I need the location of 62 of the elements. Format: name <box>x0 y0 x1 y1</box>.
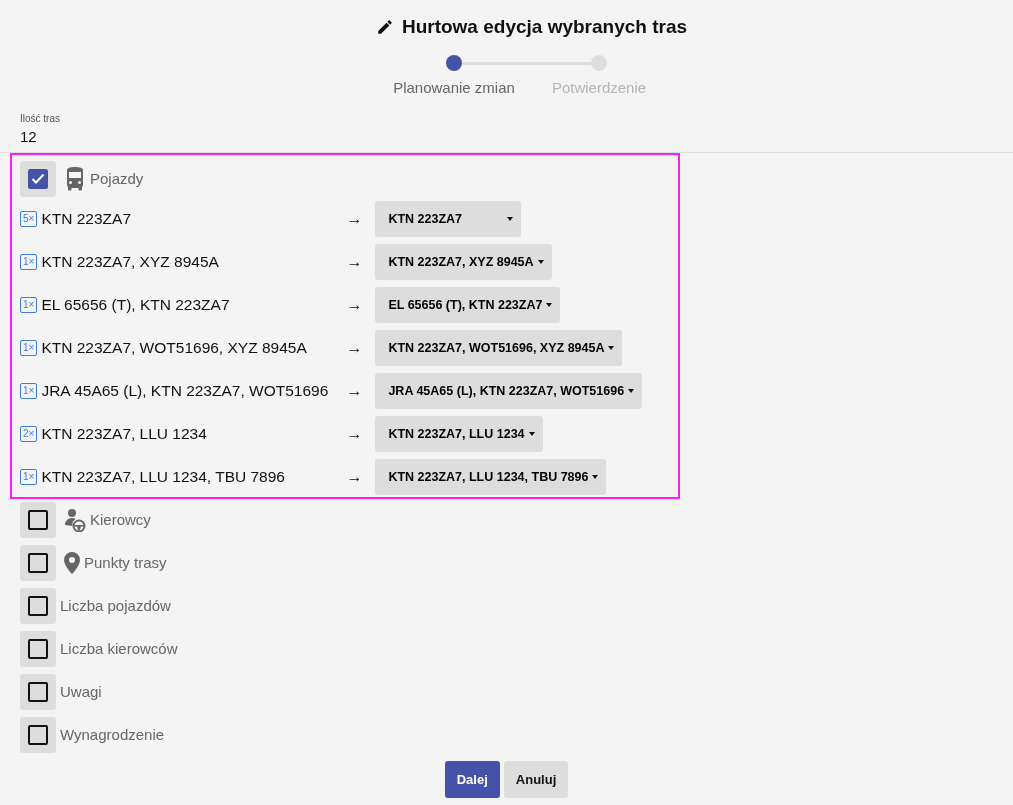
count-tag: 2× <box>20 425 38 442</box>
cancel-button[interactable]: Anuluj <box>503 760 569 799</box>
vehicle-dropdown[interactable]: KTN 223ZA7, WOT51696, XYZ 8945A <box>375 329 623 366</box>
page-title: Hurtowa edycja wybranych tras <box>401 16 688 39</box>
checkbox[interactable] <box>28 168 48 189</box>
caret-icon <box>546 302 553 307</box>
caret-icon <box>608 345 615 350</box>
field-label: Ilość tras <box>20 112 61 127</box>
caret-icon <box>592 474 599 479</box>
count-tag: 1× <box>20 339 38 356</box>
arrow: → <box>345 466 364 487</box>
vehicle-dropdown[interactable]: KTN 223ZA7, LLU 1234 <box>375 415 543 452</box>
step-label: Planowanie zmian <box>392 77 516 98</box>
section-label: Kierowcy <box>90 510 151 531</box>
vehicle-list: KTN 223ZA7, XYZ 8945A <box>41 251 334 272</box>
section-label: Pojazdy <box>90 168 144 189</box>
checkbox[interactable] <box>28 553 48 574</box>
count-tag: 1× <box>20 253 38 270</box>
count-tag: 1× <box>20 296 38 313</box>
field-value: 12 <box>20 127 38 148</box>
vehicle-dropdown[interactable]: KTN 223ZA7, XYZ 8945A <box>375 243 552 280</box>
caret-icon <box>528 431 535 436</box>
checkbox[interactable] <box>28 725 48 746</box>
step-dot[interactable] <box>446 54 462 71</box>
checkmark-icon <box>31 172 45 185</box>
caret-icon <box>628 388 635 393</box>
step-label: Potwierdzenie <box>550 77 648 98</box>
arrow: → <box>345 423 364 444</box>
section-label: Liczba kierowców <box>60 639 178 660</box>
vehicle-dropdown[interactable]: KTN 223ZA7, LLU 1234, TBU 7896 <box>375 458 607 495</box>
section-label: Wynagrodzenie <box>60 725 165 746</box>
next-button[interactable]: Dalej <box>444 760 500 799</box>
checkbox[interactable] <box>28 682 48 703</box>
vehicle-list: KTN 223ZA7, LLU 1234 <box>41 423 334 444</box>
vehicle-list: KTN 223ZA7 <box>41 208 334 229</box>
count-tag: 5× <box>20 210 38 227</box>
section-label: Punkty trasy <box>84 553 167 574</box>
bus-icon <box>64 166 86 191</box>
vehicle-dropdown[interactable]: JRA 45A65 (L), KTN 223ZA7, WOT51696 <box>375 372 643 409</box>
caret-icon <box>507 216 514 221</box>
checkbox[interactable] <box>28 639 48 660</box>
vehicle-dropdown[interactable]: KTN 223ZA7 <box>375 200 522 237</box>
section-label: Liczba pojazdów <box>60 596 171 617</box>
map-pin-icon <box>64 552 80 575</box>
arrow: → <box>345 251 364 272</box>
pencil-icon <box>375 18 394 37</box>
vehicle-list: EL 65656 (T), KTN 223ZA7 <box>41 294 334 315</box>
arrow: → <box>345 294 364 315</box>
checkbox[interactable] <box>28 596 48 617</box>
checkbox[interactable] <box>28 510 48 531</box>
count-tag: 1× <box>20 468 38 485</box>
count-tag: 1× <box>20 382 38 399</box>
arrow: → <box>345 380 364 401</box>
arrow: → <box>345 337 364 358</box>
vehicle-list: JRA 45A65 (L), KTN 223ZA7, WOT51696 <box>41 380 334 401</box>
vehicle-list: KTN 223ZA7, LLU 1234, TBU 7896 <box>41 466 334 487</box>
caret-icon <box>537 259 544 264</box>
section-label: Uwagi <box>60 682 102 703</box>
driver-icon <box>64 508 86 533</box>
arrow: → <box>345 208 364 229</box>
vehicle-dropdown[interactable]: EL 65656 (T), KTN 223ZA7 <box>375 286 561 323</box>
vehicle-list: KTN 223ZA7, WOT51696, XYZ 8945A <box>41 337 334 358</box>
